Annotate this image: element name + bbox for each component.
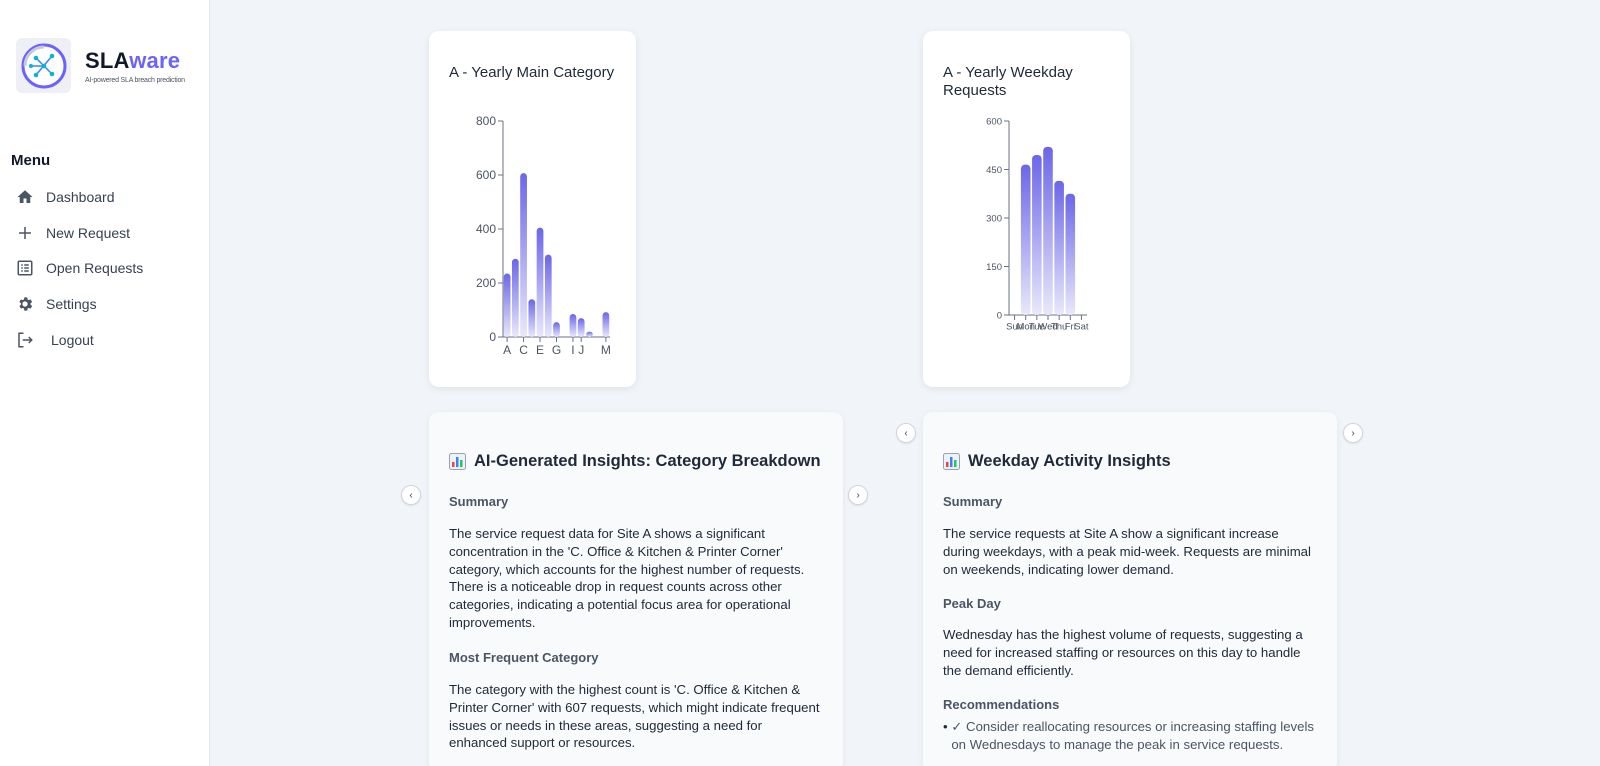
brand-prefix: SLA [85, 48, 130, 73]
insight-title: AI-Generated Insights: Category Breakdow… [449, 452, 821, 471]
y-tick-label: 0 [997, 310, 1002, 321]
bar-chart-icon [449, 453, 466, 470]
y-tick-label: 300 [986, 213, 1002, 224]
tagline: AI-powered SLA breach prediction [85, 77, 185, 84]
frequent-category-heading: Most Frequent Category [449, 650, 599, 665]
bar-mon[interactable] [1020, 164, 1031, 315]
insight-next-button[interactable]: › [848, 485, 868, 505]
y-tick-label: 450 [986, 165, 1002, 176]
sidebar-item-dashboard[interactable]: Dashboard [16, 185, 115, 209]
list-icon [16, 259, 34, 277]
weekday-prev-button[interactable]: ‹ [896, 423, 916, 443]
plus-icon [16, 224, 34, 242]
sidebar-item-label: Dashboard [46, 189, 115, 205]
y-tick-label: 600 [476, 168, 496, 182]
logout-icon [16, 331, 34, 349]
y-tick-label: 0 [489, 330, 496, 344]
logo[interactable] [16, 38, 71, 93]
frequent-category-text: The category with the highest count is '… [449, 682, 820, 751]
weekday-bar-chart: 0150300450600SunMonTueWedThuFriSat [986, 116, 1089, 333]
bar-f[interactable] [544, 254, 552, 337]
bar-e[interactable] [536, 227, 544, 337]
sidebar: SLAware AI-powered SLA breach prediction… [0, 0, 210, 766]
bar-fri[interactable] [1065, 193, 1076, 315]
bar-d[interactable] [528, 299, 536, 337]
peak-day-text: Wednesday has the highest volume of requ… [943, 627, 1303, 678]
recommendation-text: ✓ Consider reallocating resources or inc… [951, 719, 1314, 752]
insight-title-text: AI-Generated Insights: Category Breakdow… [474, 452, 821, 470]
bar-g[interactable] [553, 322, 560, 337]
y-tick-label: 600 [986, 116, 1002, 127]
bar-thu[interactable] [1054, 180, 1064, 315]
main-category-bar-chart: 0 200 400 600 800 A C E G I J M [476, 114, 611, 357]
bar-b[interactable] [511, 258, 519, 337]
summary-text: The service request data for Site A show… [449, 526, 805, 630]
chart-card-main-category: A - Yearly Main Category 0 200 400 600 800 A C… [429, 31, 636, 387]
chart-card-weekday: A - Yearly Weekday Requests 0 150 300 450 60… [923, 31, 1130, 387]
brand-name: SLAware [85, 48, 180, 74]
x-tick-label: Sat [1074, 322, 1089, 333]
sidebar-item-label: Settings [46, 296, 97, 312]
menu-title: Menu [11, 152, 51, 169]
summary-heading: Summary [943, 494, 1003, 509]
sidebar-item-label: New Request [46, 225, 131, 241]
weekday-next-button[interactable]: › [1343, 423, 1363, 443]
bar-wed[interactable] [1043, 146, 1053, 315]
x-tick-label: G [552, 343, 561, 357]
insight-card-category: AI-Generated Insights: Category Breakdow… [429, 412, 843, 766]
y-tick-label: 150 [986, 262, 1002, 273]
sidebar-item-label: Logout [51, 332, 94, 348]
insight-title: Weekday Activity Insights [943, 452, 1171, 471]
x-tick-label: J [578, 343, 584, 357]
recommendations-list: • ✓ Consider reallocating resources or i… [943, 718, 1315, 754]
bar-a[interactable] [503, 273, 511, 337]
y-tick-label: 800 [476, 114, 496, 128]
y-tick-label: 400 [476, 222, 496, 236]
bar-j[interactable] [577, 318, 585, 337]
x-tick-label: I [571, 343, 574, 357]
sidebar-item-logout[interactable]: Logout [16, 328, 94, 352]
sidebar-item-new-request[interactable]: New Request [16, 221, 130, 245]
x-tick-label: E [536, 343, 544, 357]
brand-suffix: ware [129, 48, 181, 73]
recommendations-heading: Recommendations [943, 697, 1060, 712]
y-tick-label: 200 [476, 276, 496, 290]
insight-title-text: Weekday Activity Insights [968, 452, 1171, 470]
bar-chart-icon [943, 453, 960, 470]
summary-heading: Summary [449, 494, 509, 509]
insight-card-weekday: Weekday Activity Insights Summary The se… [923, 412, 1337, 766]
bar-m[interactable] [602, 312, 610, 337]
x-tick-label: C [519, 343, 528, 357]
x-tick-label: M [601, 343, 611, 357]
sidebar-item-label: Open Requests [46, 260, 144, 276]
x-tick-label: A [503, 343, 511, 357]
logo-network-icon [21, 43, 66, 88]
insight-prev-button[interactable]: ‹ [401, 485, 421, 505]
bar-i[interactable] [569, 314, 577, 337]
home-icon [16, 188, 34, 206]
bar-c[interactable] [520, 173, 527, 337]
sidebar-item-open-requests[interactable]: Open Requests [16, 256, 143, 280]
bar-tue[interactable] [1032, 154, 1042, 315]
bullet-icon: • [943, 719, 948, 734]
summary-text: The service requests at Site A show a si… [943, 526, 1311, 577]
peak-day-heading: Peak Day [943, 596, 1001, 611]
list-item: • ✓ Consider reallocating resources or i… [943, 718, 1315, 754]
gear-icon [16, 295, 34, 313]
bar-k[interactable] [586, 331, 593, 337]
sidebar-item-settings[interactable]: Settings [16, 292, 97, 316]
